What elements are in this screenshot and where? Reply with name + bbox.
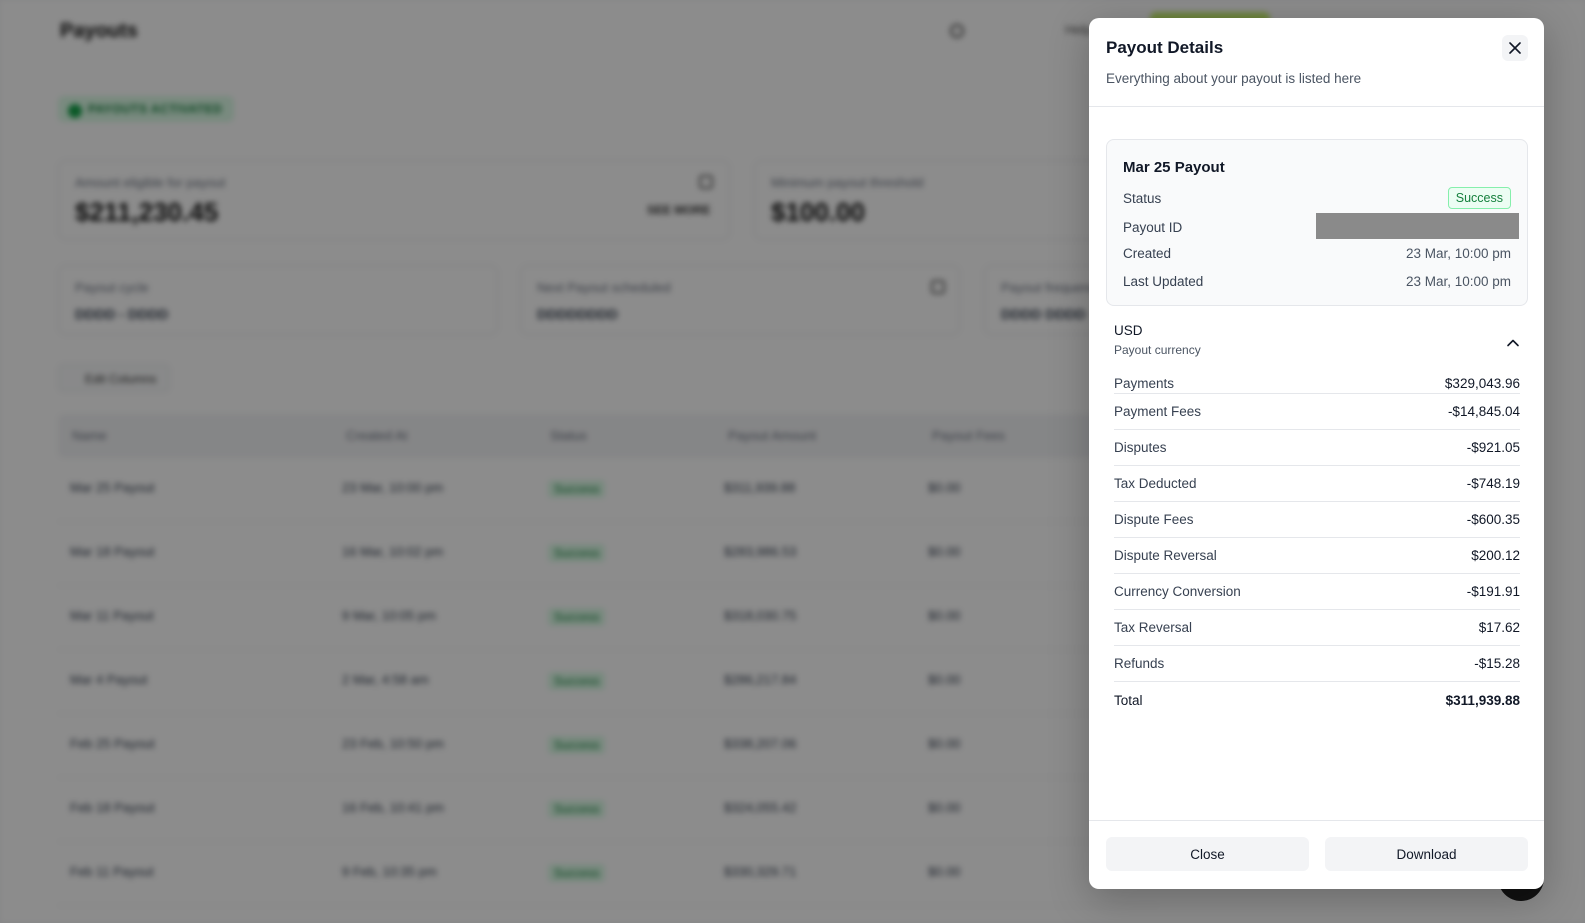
breakdown-row-dispute-fees: Dispute Fees -$600.35 xyxy=(1114,502,1520,538)
breakdown-row-tax-deducted: Tax Deducted -$748.19 xyxy=(1114,466,1520,502)
breakdown-row-total: Total $311,939.88 xyxy=(1114,682,1520,718)
breakdown-value: $200.12 xyxy=(1471,548,1520,563)
breakdown-label: Dispute Reversal xyxy=(1114,548,1217,563)
breakdown-label: Refunds xyxy=(1114,656,1165,671)
breakdown-label: Tax Reversal xyxy=(1114,620,1193,635)
breakdown-row-disputes: Disputes -$921.05 xyxy=(1114,430,1520,466)
created-row: Created 23 Mar, 10:00 pm xyxy=(1123,243,1511,265)
breakdown-label: Payments xyxy=(1114,376,1175,391)
breakdown-label: Disputes xyxy=(1114,440,1167,455)
breakdown-label: Payment Fees xyxy=(1114,404,1202,419)
breakdown-value: -$600.35 xyxy=(1466,512,1520,527)
status-row: Status Success xyxy=(1123,187,1511,210)
payout-id-row: Payout ID xyxy=(1123,213,1519,239)
payout-id-redacted xyxy=(1316,213,1519,239)
breakdown-row-dispute-reversal: Dispute Reversal $200.12 xyxy=(1114,538,1520,574)
currency-code: USD xyxy=(1114,323,1143,338)
total-label: Total xyxy=(1114,693,1143,708)
chevron-up-icon[interactable] xyxy=(1506,336,1520,350)
breakdown-label: Dispute Fees xyxy=(1114,512,1194,527)
status-label: Status xyxy=(1123,191,1162,206)
breakdown-label: Tax Deducted xyxy=(1114,476,1197,491)
breakdown-value: -$748.19 xyxy=(1466,476,1520,491)
currency-label: Payout currency xyxy=(1114,343,1201,357)
close-button[interactable]: Close xyxy=(1106,837,1309,871)
drawer-header: Payout Details Everything about your pay… xyxy=(1089,18,1544,107)
breakdown-row-payments: Payments $329,043.96 xyxy=(1114,370,1520,394)
breakdown-value: -$191.91 xyxy=(1466,584,1520,599)
close-icon xyxy=(1509,42,1521,54)
created-label: Created xyxy=(1123,246,1172,261)
breakdown-row-tax-reversal: Tax Reversal $17.62 xyxy=(1114,610,1520,646)
created-value: 23 Mar, 10:00 pm xyxy=(1405,246,1511,261)
payout-details-drawer: Payout Details Everything about your pay… xyxy=(1089,18,1544,889)
breakdown-value: -$14,845.04 xyxy=(1447,404,1520,419)
breakdown-row-payment-fees: Payment Fees -$14,845.04 xyxy=(1114,394,1520,430)
breakdown-row-currency-conversion: Currency Conversion -$191.91 xyxy=(1114,574,1520,610)
close-icon-button[interactable] xyxy=(1502,35,1528,61)
payout-breakdown-list: Payments $329,043.96 Payment Fees -$14,8… xyxy=(1114,370,1520,718)
total-value: $311,939.88 xyxy=(1445,693,1520,708)
last-updated-value: 23 Mar, 10:00 pm xyxy=(1405,274,1511,289)
breakdown-value: -$921.05 xyxy=(1466,440,1520,455)
drawer-footer: Close Download xyxy=(1089,820,1544,889)
drawer-subtitle: Everything about your payout is listed h… xyxy=(1106,71,1362,86)
drawer-title: Payout Details xyxy=(1106,38,1224,57)
status-badge: Success xyxy=(1447,187,1511,209)
download-button[interactable]: Download xyxy=(1325,837,1528,871)
payout-summary-card: Mar 25 Payout Status Success Payout ID C… xyxy=(1106,139,1528,306)
breakdown-value: -$15.28 xyxy=(1474,656,1520,671)
breakdown-value: $329,043.96 xyxy=(1444,376,1520,391)
last-updated-label: Last Updated xyxy=(1123,274,1204,289)
last-updated-row: Last Updated 23 Mar, 10:00 pm xyxy=(1123,271,1511,293)
payout-id-label: Payout ID xyxy=(1123,220,1183,235)
payout-name: Mar 25 Payout xyxy=(1123,159,1225,176)
breakdown-row-refunds: Refunds -$15.28 xyxy=(1114,646,1520,682)
currency-accordion-header[interactable]: USD Payout currency xyxy=(1114,323,1520,363)
breakdown-value: $17.62 xyxy=(1478,620,1520,635)
breakdown-label: Currency Conversion xyxy=(1114,584,1241,599)
